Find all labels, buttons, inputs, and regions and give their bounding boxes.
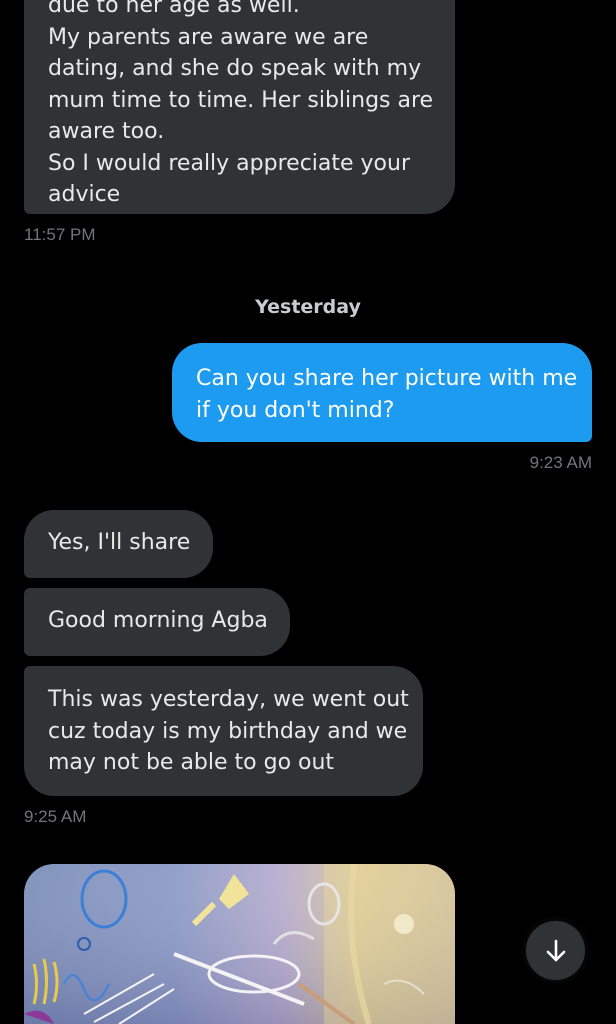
message-timestamp: 9:25 AM [24,807,87,826]
message-text-line: due to her age as well. [48,0,300,18]
scroll-to-bottom-button[interactable] [526,921,585,980]
message-bubble-incoming[interactable]: This was yesterday, we went out cuz toda… [24,666,423,796]
image-attachment[interactable] [24,864,455,1024]
date-separator: Yesterday [255,296,361,318]
message-text-line: cuz today is my birthday and we [48,718,408,744]
photo-thumbnail [24,864,455,1024]
message-bubble-outgoing[interactable]: Can you share her picture with me if you… [172,343,592,442]
message-timestamp: 11:57 PM [24,225,96,244]
message-text-line: My parents are aware we are [48,24,369,50]
arrow-down-icon [546,939,565,961]
message-text-line: Good morning Agba [48,608,268,633]
message-bubble-incoming[interactable]: Yes, I'll share [24,510,213,578]
message-text-line: advice [48,182,121,207]
message-text-line: Can you share her picture with me [196,366,578,391]
message-text-line: dating, and she do speak with my [48,56,422,81]
message-text-line: Yes, I'll share [48,530,191,555]
message-bubble-incoming[interactable]: Good morning Agba [24,588,290,656]
message-text-line: if you don't mind? [196,397,395,423]
message-bubble-incoming[interactable]: due to her age as well. My parents are a… [24,0,455,214]
message-text-line: may not be able to go out [48,750,335,775]
message-text-line: This was yesterday, we went out [48,687,409,712]
message-text-line: aware too. [48,119,165,144]
message-text-line: mum time to time. Her siblings are [48,87,434,113]
message-timestamp: 9:23 AM [529,453,592,472]
message-text-line: So I would really appreciate your [48,150,411,176]
